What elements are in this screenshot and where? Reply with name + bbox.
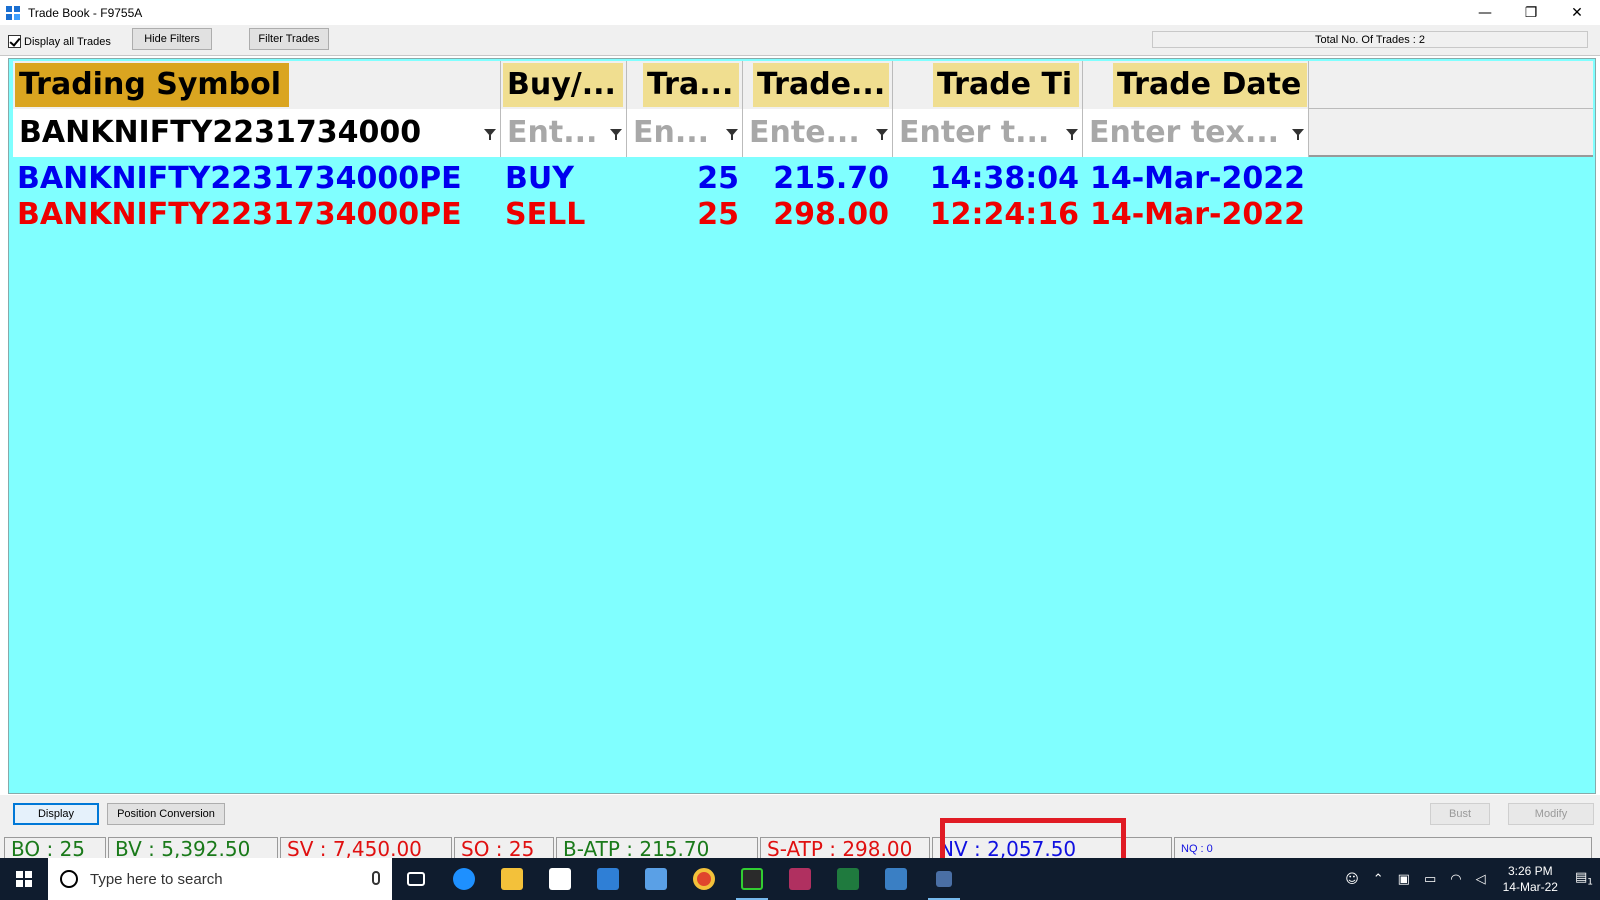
title-bar: Trade Book - F9755A — ❐ ✕	[0, 0, 1600, 25]
cell-trade-date: 14-Mar-2022	[1089, 161, 1305, 196]
photos-icon[interactable]	[872, 858, 920, 900]
modify-button[interactable]: Modify	[1508, 803, 1594, 825]
cell-buy-sell: SELL	[505, 197, 586, 232]
winrar-icon[interactable]	[776, 858, 824, 900]
grid-filter-row: BANKNIFTY2231734000 Ent... En... Ente...…	[13, 109, 1593, 157]
filter-input-trading-symbol[interactable]: BANKNIFTY2231734000	[13, 109, 501, 157]
trade-grid: Trading Symbol Buy/... Tra... Trade... T…	[8, 58, 1596, 794]
toolbar: Display all Trades Hide Filters Filter T…	[0, 25, 1600, 56]
cell-buy-sell: BUY	[505, 161, 574, 196]
system-tray: ☺ ⌃ ▣ ▭ ◠ ◁ 3:26 PM 14-Mar-22 ▤1	[1338, 858, 1600, 900]
column-header-trade-date[interactable]: Trade Date	[1083, 61, 1309, 109]
bust-button[interactable]: Bust	[1430, 803, 1490, 825]
volume-icon[interactable]: ◁	[1476, 872, 1486, 887]
status-sell-atp: S-ATP : 298.00	[760, 837, 930, 859]
cell-trading-symbol: BANKNIFTY2231734000PE	[17, 197, 462, 232]
grid-header-row: Trading Symbol Buy/... Tra... Trade... T…	[13, 61, 1593, 109]
status-buy-value: BV : 5,392.50	[108, 837, 278, 859]
display-all-trades-label: Display all Trades	[24, 35, 111, 48]
filter-funnel-icon[interactable]	[1066, 129, 1078, 141]
filter-trades-button[interactable]: Filter Trades	[249, 28, 329, 50]
filter-input-trade-price[interactable]: Ente...	[743, 109, 893, 157]
remote-desktop-icon[interactable]	[632, 858, 680, 900]
table-row[interactable]: BANKNIFTY2231734000PE SELL 25 298.00 12:…	[13, 197, 1309, 233]
wifi-icon[interactable]: ◠	[1450, 872, 1461, 887]
filter-input-trade-date[interactable]: Enter tex...	[1083, 109, 1309, 157]
cell-trade-qty: 25	[697, 197, 739, 232]
cell-trade-time: 14:38:04	[929, 161, 1079, 196]
filter-funnel-icon[interactable]	[876, 129, 888, 141]
status-sell-orders: SO : 25	[454, 837, 554, 859]
cell-trade-price: 215.70	[773, 161, 889, 196]
store-icon[interactable]	[536, 858, 584, 900]
filter-funnel-icon[interactable]	[484, 129, 496, 141]
security-icon[interactable]: ▣	[1398, 872, 1410, 887]
window-title: Trade Book - F9755A	[28, 5, 143, 20]
windows-logo-icon	[16, 871, 32, 887]
file-explorer-icon[interactable]	[488, 858, 536, 900]
app-grid-icon[interactable]	[920, 858, 968, 900]
trading-app-icon[interactable]	[728, 858, 776, 900]
display-button[interactable]: Display	[13, 803, 99, 825]
cell-trade-qty: 25	[697, 161, 739, 196]
cell-trading-symbol: BANKNIFTY2231734000PE	[17, 161, 462, 196]
column-header-trade-time[interactable]: Trade Ti	[893, 61, 1083, 109]
filter-input-buy-sell[interactable]: Ent...	[501, 109, 627, 157]
filter-input-trade-time[interactable]: Enter t...	[893, 109, 1083, 157]
status-net-quantity: NQ : 0	[1174, 837, 1592, 859]
display-all-trades-checkbox[interactable]: Display all Trades	[8, 35, 111, 48]
edge-browser-icon[interactable]	[440, 858, 488, 900]
column-header-trade-price[interactable]: Trade...	[743, 61, 893, 109]
start-button[interactable]	[0, 858, 48, 900]
filter-funnel-icon[interactable]	[610, 129, 622, 141]
clock-time: 3:26 PM	[1507, 864, 1553, 878]
excel-icon[interactable]	[824, 858, 872, 900]
status-buy-orders: BO : 25	[4, 837, 106, 859]
cell-trade-date: 14-Mar-2022	[1089, 197, 1305, 232]
status-buy-atp: B-ATP : 215.70	[556, 837, 758, 859]
status-sell-value: SV : 7,450.00	[280, 837, 452, 859]
restore-button[interactable]: ❐	[1508, 0, 1554, 25]
position-conversion-button[interactable]: Position Conversion	[107, 803, 225, 825]
column-header-buy-sell[interactable]: Buy/...	[501, 61, 627, 109]
clock-date: 14-Mar-22	[1502, 880, 1558, 894]
notification-icon[interactable]: ▤1	[1575, 870, 1593, 888]
people-icon[interactable]: ☺	[1345, 872, 1359, 887]
search-placeholder: Type here to search	[90, 870, 223, 888]
app-icon	[6, 5, 20, 20]
close-button[interactable]: ✕	[1554, 0, 1600, 25]
mail-icon[interactable]	[584, 858, 632, 900]
filter-input-trade-qty[interactable]: En...	[627, 109, 743, 157]
column-header-trade-qty[interactable]: Tra...	[627, 61, 743, 109]
battery-icon[interactable]: ▭	[1424, 872, 1436, 887]
cell-trade-time: 12:24:16	[929, 197, 1079, 232]
cortana-icon	[60, 870, 78, 888]
microphone-icon[interactable]	[372, 871, 380, 885]
table-row[interactable]: BANKNIFTY2231734000PE BUY 25 215.70 14:3…	[13, 161, 1309, 197]
column-header-trading-symbol[interactable]: Trading Symbol	[13, 61, 501, 109]
chevron-up-icon[interactable]: ⌃	[1373, 872, 1384, 887]
checkbox-checked-icon[interactable]	[8, 35, 21, 48]
filter-funnel-icon[interactable]	[1292, 129, 1304, 141]
cell-trade-price: 298.00	[773, 197, 889, 232]
chrome-icon[interactable]	[680, 858, 728, 900]
window-controls: — ❐ ✕	[1462, 0, 1600, 25]
hide-filters-button[interactable]: Hide Filters	[132, 28, 212, 50]
filter-funnel-icon[interactable]	[726, 129, 738, 141]
minimize-button[interactable]: —	[1462, 0, 1508, 25]
task-view-icon[interactable]	[392, 858, 440, 900]
bottom-button-bar: Display Position Conversion Bust Modify	[0, 795, 1600, 837]
taskbar-search-box[interactable]: Type here to search	[48, 858, 392, 900]
total-trades-display: Total No. Of Trades : 2	[1152, 31, 1588, 48]
windows-taskbar: Type here to search ☺ ⌃ ▣ ▭ ◠ ◁ 3:26 PM …	[0, 858, 1600, 900]
taskbar-clock[interactable]: 3:26 PM 14-Mar-22	[1503, 863, 1558, 895]
